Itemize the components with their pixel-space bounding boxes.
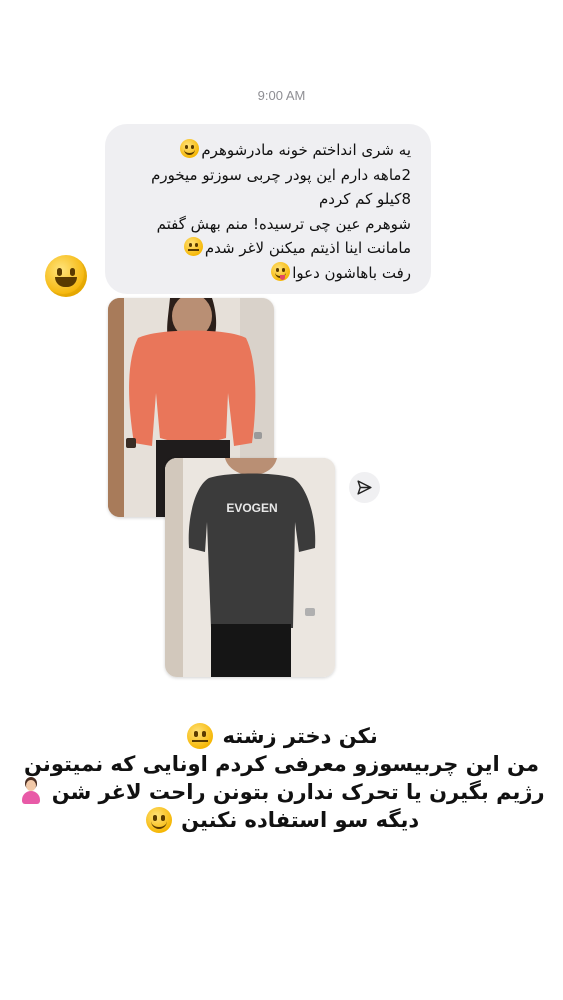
message-timestamp: 9:00 AM [257, 88, 306, 103]
person-shrugging-emoji-icon [21, 779, 41, 805]
grinning-face-reaction-icon[interactable] [45, 255, 87, 297]
sweat-smile-emoji-icon [145, 807, 172, 833]
share-button[interactable] [349, 472, 380, 503]
laughing-tears-emoji-icon [180, 139, 200, 158]
zany-face-emoji-icon [271, 261, 291, 281]
after-photo-figure: EVOGEN [165, 458, 335, 677]
neutral-face-emoji-icon [187, 723, 214, 749]
message-line: 8کیلو کم کردم [319, 190, 411, 209]
caption-line: نکن دختر زشته [0, 722, 563, 750]
shirt-logo-text: EVOGEN [226, 501, 277, 515]
caption-line: رژیم بگیرن یا تحرک ندارن بتونن راحت لاغر… [0, 778, 563, 806]
story-caption: نکن دختر زشته من این چربیسوزو معرفی کردم… [0, 722, 563, 834]
paper-plane-icon [357, 480, 372, 495]
caption-line: من این چربیسوزو معرفی کردم اونایی که نمی… [24, 752, 539, 776]
message-line: یه شری انداختم خونه مادرشوهرم [117, 138, 411, 163]
message-line: مامانت اینا اذیتم میکنن لاغر شدم [117, 236, 411, 261]
after-photo[interactable]: EVOGEN [165, 458, 335, 677]
zipper-mouth-emoji-icon [183, 237, 203, 257]
message-line: شوهرم عین چی ترسیده! منم بهش گفتم [156, 214, 411, 233]
caption-line: دیگه سو استفاده نکنین [0, 806, 563, 834]
message-line: رفت باهاشون دعوا [117, 261, 411, 286]
message-bubble[interactable]: یه شری انداختم خونه مادرشوهرم 2ماهه دارم… [105, 124, 431, 294]
message-line: 2ماهه دارم این پودر چربی سوزتو میخورم [151, 165, 411, 184]
